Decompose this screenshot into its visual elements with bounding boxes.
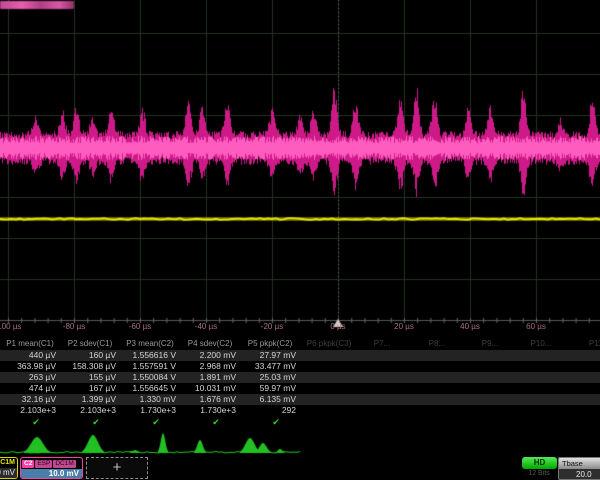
param-value: 1.557591 V	[120, 361, 176, 372]
time-axis-label: 0 µs	[330, 322, 345, 331]
param-value: 263 µV	[0, 372, 56, 383]
param-header-inactive[interactable]: P7...	[374, 338, 390, 350]
bit-resolution-label: 12 Bits	[514, 470, 564, 477]
param-value: 363.98 µV	[0, 361, 56, 372]
param-header-inactive[interactable]: P10...	[531, 338, 552, 350]
param-value: 2.103e+3	[60, 405, 116, 416]
param-status-check-icon: ✔	[186, 416, 246, 429]
param-value: 10.031 mV	[180, 383, 236, 394]
measurement-table-header: P1 mean(C1)P2 sdev(C1)P3 mean(C2)P4 sdev…	[0, 338, 600, 350]
param-value: 25.03 mV	[240, 372, 296, 383]
trace-annotation-smudge	[0, 1, 74, 9]
param-value: 2.968 mV	[180, 361, 236, 372]
param-header[interactable]: P5 pkpk(C2)	[240, 338, 300, 350]
time-axis-label: -80 µs	[63, 322, 85, 331]
param-value: 1.730e+3	[180, 405, 236, 416]
timebase-descriptor[interactable]: Tbase 20.0	[558, 457, 600, 480]
param-header[interactable]: P4 sdev(C2)	[180, 338, 240, 350]
param-header[interactable]: P1 mean(C1)	[0, 338, 60, 350]
plus-icon: +	[113, 459, 122, 476]
param-value: 2.200 mV	[180, 350, 236, 361]
param-header[interactable]: P3 mean(C2)	[120, 338, 180, 350]
channel-c2-descriptor[interactable]: C2 ESP DC1M 10.0 mV	[20, 457, 83, 479]
param-value: 1.676 mV	[180, 394, 236, 405]
c1-scale-value: 0 mV	[0, 468, 17, 478]
c2-esp-badge: ESP	[35, 460, 52, 468]
param-value: 1.399 µV	[60, 394, 116, 405]
table-row: 363.98 µV 158.308 µV 1.557591 V 2.968 mV 33.…	[0, 361, 600, 372]
param-value: 6.135 mV	[240, 394, 296, 405]
time-axis-label: 20 µs	[394, 322, 414, 331]
param-header-inactive[interactable]: P11...	[589, 338, 600, 350]
c2-coupling-badge: DC1M	[53, 460, 75, 468]
param-value: 33.477 mV	[240, 361, 296, 372]
param-header-inactive[interactable]: P9...	[482, 338, 498, 350]
param-value: 1.556645 V	[120, 383, 176, 394]
table-row: 2.103e+3 2.103e+3 1.730e+3 1.730e+3 292	[0, 405, 600, 416]
measurement-table: P1 mean(C1)P2 sdev(C1)P3 mean(C2)P4 sdev…	[0, 338, 600, 429]
timebase-title: Tbase	[559, 458, 600, 469]
time-axis-label: -60 µs	[129, 322, 151, 331]
param-value: 155 µV	[60, 372, 116, 383]
param-value: 59.97 mV	[240, 383, 296, 394]
channel-c1-descriptor[interactable]: C1M 0 mV	[0, 457, 18, 479]
param-value: 1.550084 V	[120, 372, 176, 383]
add-trace-button[interactable]: +	[86, 457, 148, 479]
param-value: 27.97 mV	[240, 350, 296, 361]
time-axis-label: -100 µs	[0, 322, 21, 331]
param-header-inactive[interactable]: P6 pkpk(C3)	[307, 338, 351, 350]
param-status-check-icon: ✔	[6, 416, 66, 429]
param-value: 474 µV	[0, 383, 56, 394]
table-row: 474 µV 167 µV 1.556645 V 10.031 mV 59.97 mV	[0, 383, 600, 394]
param-value: 160 µV	[60, 350, 116, 361]
param-value: 158.308 µV	[60, 361, 116, 372]
param-header-inactive[interactable]: P8...	[429, 338, 445, 350]
table-row: 32.16 µV 1.399 µV 1.330 mV 1.676 mV 6.135 mV	[0, 394, 600, 405]
time-axis-label: -40 µs	[195, 322, 217, 331]
timebase-value: 20.0	[559, 469, 600, 480]
param-value: 32.16 µV	[0, 394, 56, 405]
time-axis-label: -20 µs	[261, 322, 283, 331]
param-value: 292	[240, 405, 296, 416]
c1-coupling-label: C1M	[0, 458, 17, 468]
measurement-status-row: ✔✔✔✔✔	[0, 416, 600, 429]
param-value: 440 µV	[0, 350, 56, 361]
param-header[interactable]: P2 sdev(C1)	[60, 338, 120, 350]
param-value: 1.556616 V	[120, 350, 176, 361]
table-row: 263 µV 155 µV 1.550084 V 1.891 mV 25.03 mV	[0, 372, 600, 383]
c2-channel-badge: C2	[22, 460, 34, 468]
param-status-check-icon: ✔	[246, 416, 306, 429]
param-value: 1.330 mV	[120, 394, 176, 405]
time-axis-label: 40 µs	[460, 322, 480, 331]
hd-mode-badge[interactable]: HD	[522, 457, 557, 469]
c2-scale-value: 10.0 mV	[21, 469, 82, 479]
param-status-check-icon: ✔	[126, 416, 186, 429]
time-axis-label: 60 µs	[526, 322, 546, 331]
table-row: 440 µV 160 µV 1.556616 V 2.200 mV 27.97 mV	[0, 350, 600, 361]
param-value: 1.730e+3	[120, 405, 176, 416]
param-value: 2.103e+3	[0, 405, 56, 416]
param-value: 167 µV	[60, 383, 116, 394]
oscilloscope-screen: -100 µs -80 µs -60 µs -40 µs -20 µs 0 µs 20 µs…	[0, 0, 600, 480]
measurement-table-body: 440 µV160 µV1.556616 V2.200 mV27.97 mV36…	[0, 350, 600, 416]
param-value: 1.891 mV	[180, 372, 236, 383]
param-status-check-icon: ✔	[66, 416, 126, 429]
